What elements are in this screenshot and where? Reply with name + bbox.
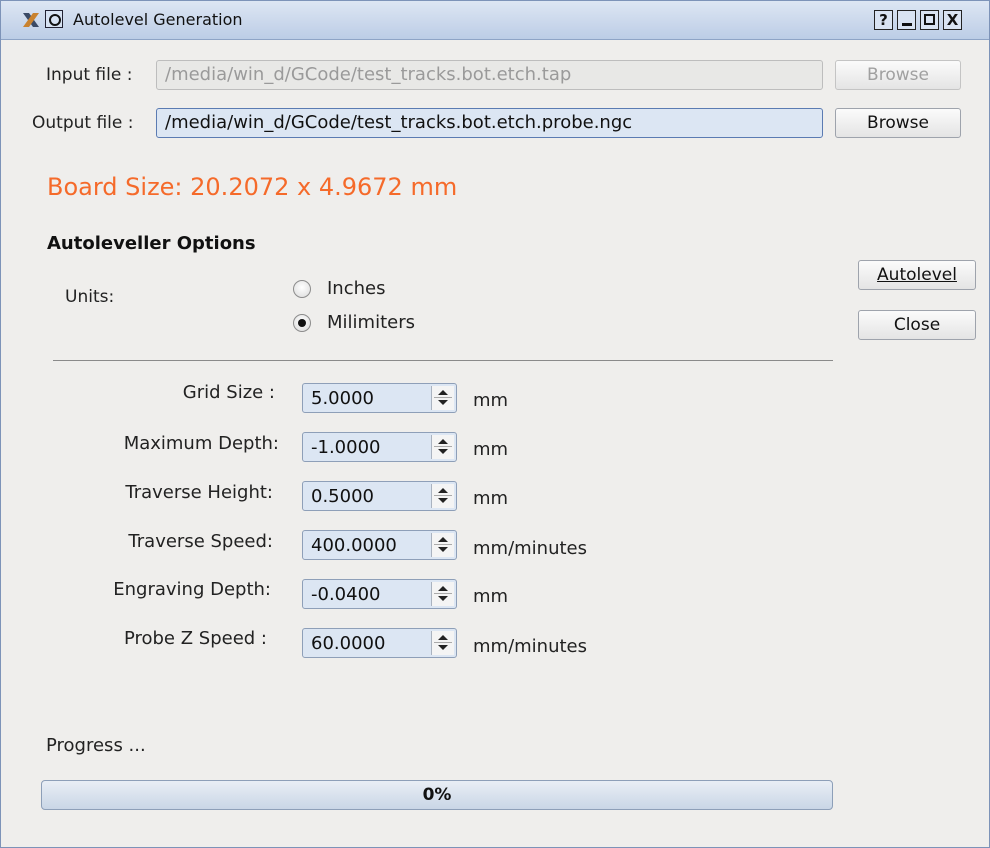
output-file-field[interactable]: /media/win_d/GCode/test_tracks.bot.etch.…: [156, 108, 823, 138]
probe-z-speed-label: Probe Z Speed :: [123, 628, 267, 649]
traverse-speed-unit: mm/minutes: [473, 538, 587, 559]
traverse-speed-value[interactable]: 400.0000: [311, 531, 397, 561]
max-depth-label: Maximum Depth:: [123, 433, 279, 454]
spin-arrows-icon[interactable]: [431, 631, 454, 655]
millimeters-label[interactable]: Milimiters: [327, 312, 415, 333]
autolevel-button-label: Autolevel: [877, 265, 957, 285]
grid-size-spinbox[interactable]: 5.0000: [302, 383, 457, 413]
maximize-button[interactable]: [920, 10, 939, 30]
traverse-height-spinbox[interactable]: 0.5000: [302, 481, 457, 511]
traverse-height-label: Traverse Height:: [125, 482, 273, 503]
output-file-label: Output file :: [32, 113, 134, 133]
traverse-speed-label: Traverse Speed:: [128, 531, 273, 552]
window-menu-icon[interactable]: [45, 10, 63, 28]
spin-arrows-icon[interactable]: [431, 386, 454, 410]
grid-size-unit: mm: [473, 390, 509, 411]
traverse-height-value[interactable]: 0.5000: [311, 482, 374, 512]
max-depth-spinbox[interactable]: -1.0000: [302, 432, 457, 462]
engraving-depth-label: Engraving Depth:: [113, 579, 271, 600]
close-button-label: Close: [893, 315, 941, 335]
grid-size-value[interactable]: 5.0000: [311, 384, 374, 414]
traverse-speed-spinbox[interactable]: 400.0000: [302, 530, 457, 560]
engraving-depth-unit: mm: [473, 586, 509, 607]
window-title: Autolevel Generation: [73, 10, 243, 29]
millimeters-radio[interactable]: [293, 314, 311, 332]
units-label: Units:: [65, 287, 115, 307]
probe-z-speed-value[interactable]: 60.0000: [311, 629, 385, 659]
close-button[interactable]: Close: [858, 310, 976, 340]
input-browse-button: Browse: [835, 60, 961, 90]
help-button[interactable]: ?: [874, 10, 893, 30]
engraving-depth-spinbox[interactable]: -0.0400: [302, 579, 457, 609]
input-file-field: /media/win_d/GCode/test_tracks.bot.etch.…: [156, 60, 823, 90]
grid-size-label: Grid Size :: [182, 382, 275, 403]
probe-z-speed-unit: mm/minutes: [473, 636, 587, 657]
inches-label[interactable]: Inches: [327, 278, 385, 299]
spin-arrows-icon[interactable]: [431, 582, 454, 606]
progress-bar: 0%: [41, 780, 833, 810]
board-size-text: Board Size: 20.2072 x 4.9672 mm: [47, 173, 458, 201]
engraving-depth-value[interactable]: -0.0400: [311, 580, 380, 610]
max-depth-unit: mm: [473, 439, 509, 460]
separator: [53, 360, 833, 361]
spin-arrows-icon[interactable]: [431, 484, 454, 508]
app-icon: [23, 13, 39, 27]
inches-radio[interactable]: [293, 280, 311, 298]
probe-z-speed-spinbox[interactable]: 60.0000: [302, 628, 457, 658]
close-window-button[interactable]: X: [943, 10, 962, 30]
autolevel-window: Autolevel Generation ? X Input file : /m…: [0, 0, 990, 848]
input-file-label: Input file :: [46, 65, 133, 85]
progress-label: Progress ...: [46, 735, 146, 756]
spin-arrows-icon[interactable]: [431, 435, 454, 459]
max-depth-value[interactable]: -1.0000: [311, 433, 380, 463]
spin-arrows-icon[interactable]: [431, 533, 454, 557]
minimize-icon: [902, 23, 912, 26]
traverse-height-unit: mm: [473, 488, 509, 509]
autolevel-button[interactable]: Autolevel: [858, 260, 976, 290]
maximize-icon: [924, 14, 935, 25]
options-heading: Autoleveller Options: [47, 233, 256, 254]
output-browse-button[interactable]: Browse: [835, 108, 961, 138]
minimize-button[interactable]: [897, 10, 916, 30]
title-bar[interactable]: Autolevel Generation ? X: [1, 1, 989, 40]
